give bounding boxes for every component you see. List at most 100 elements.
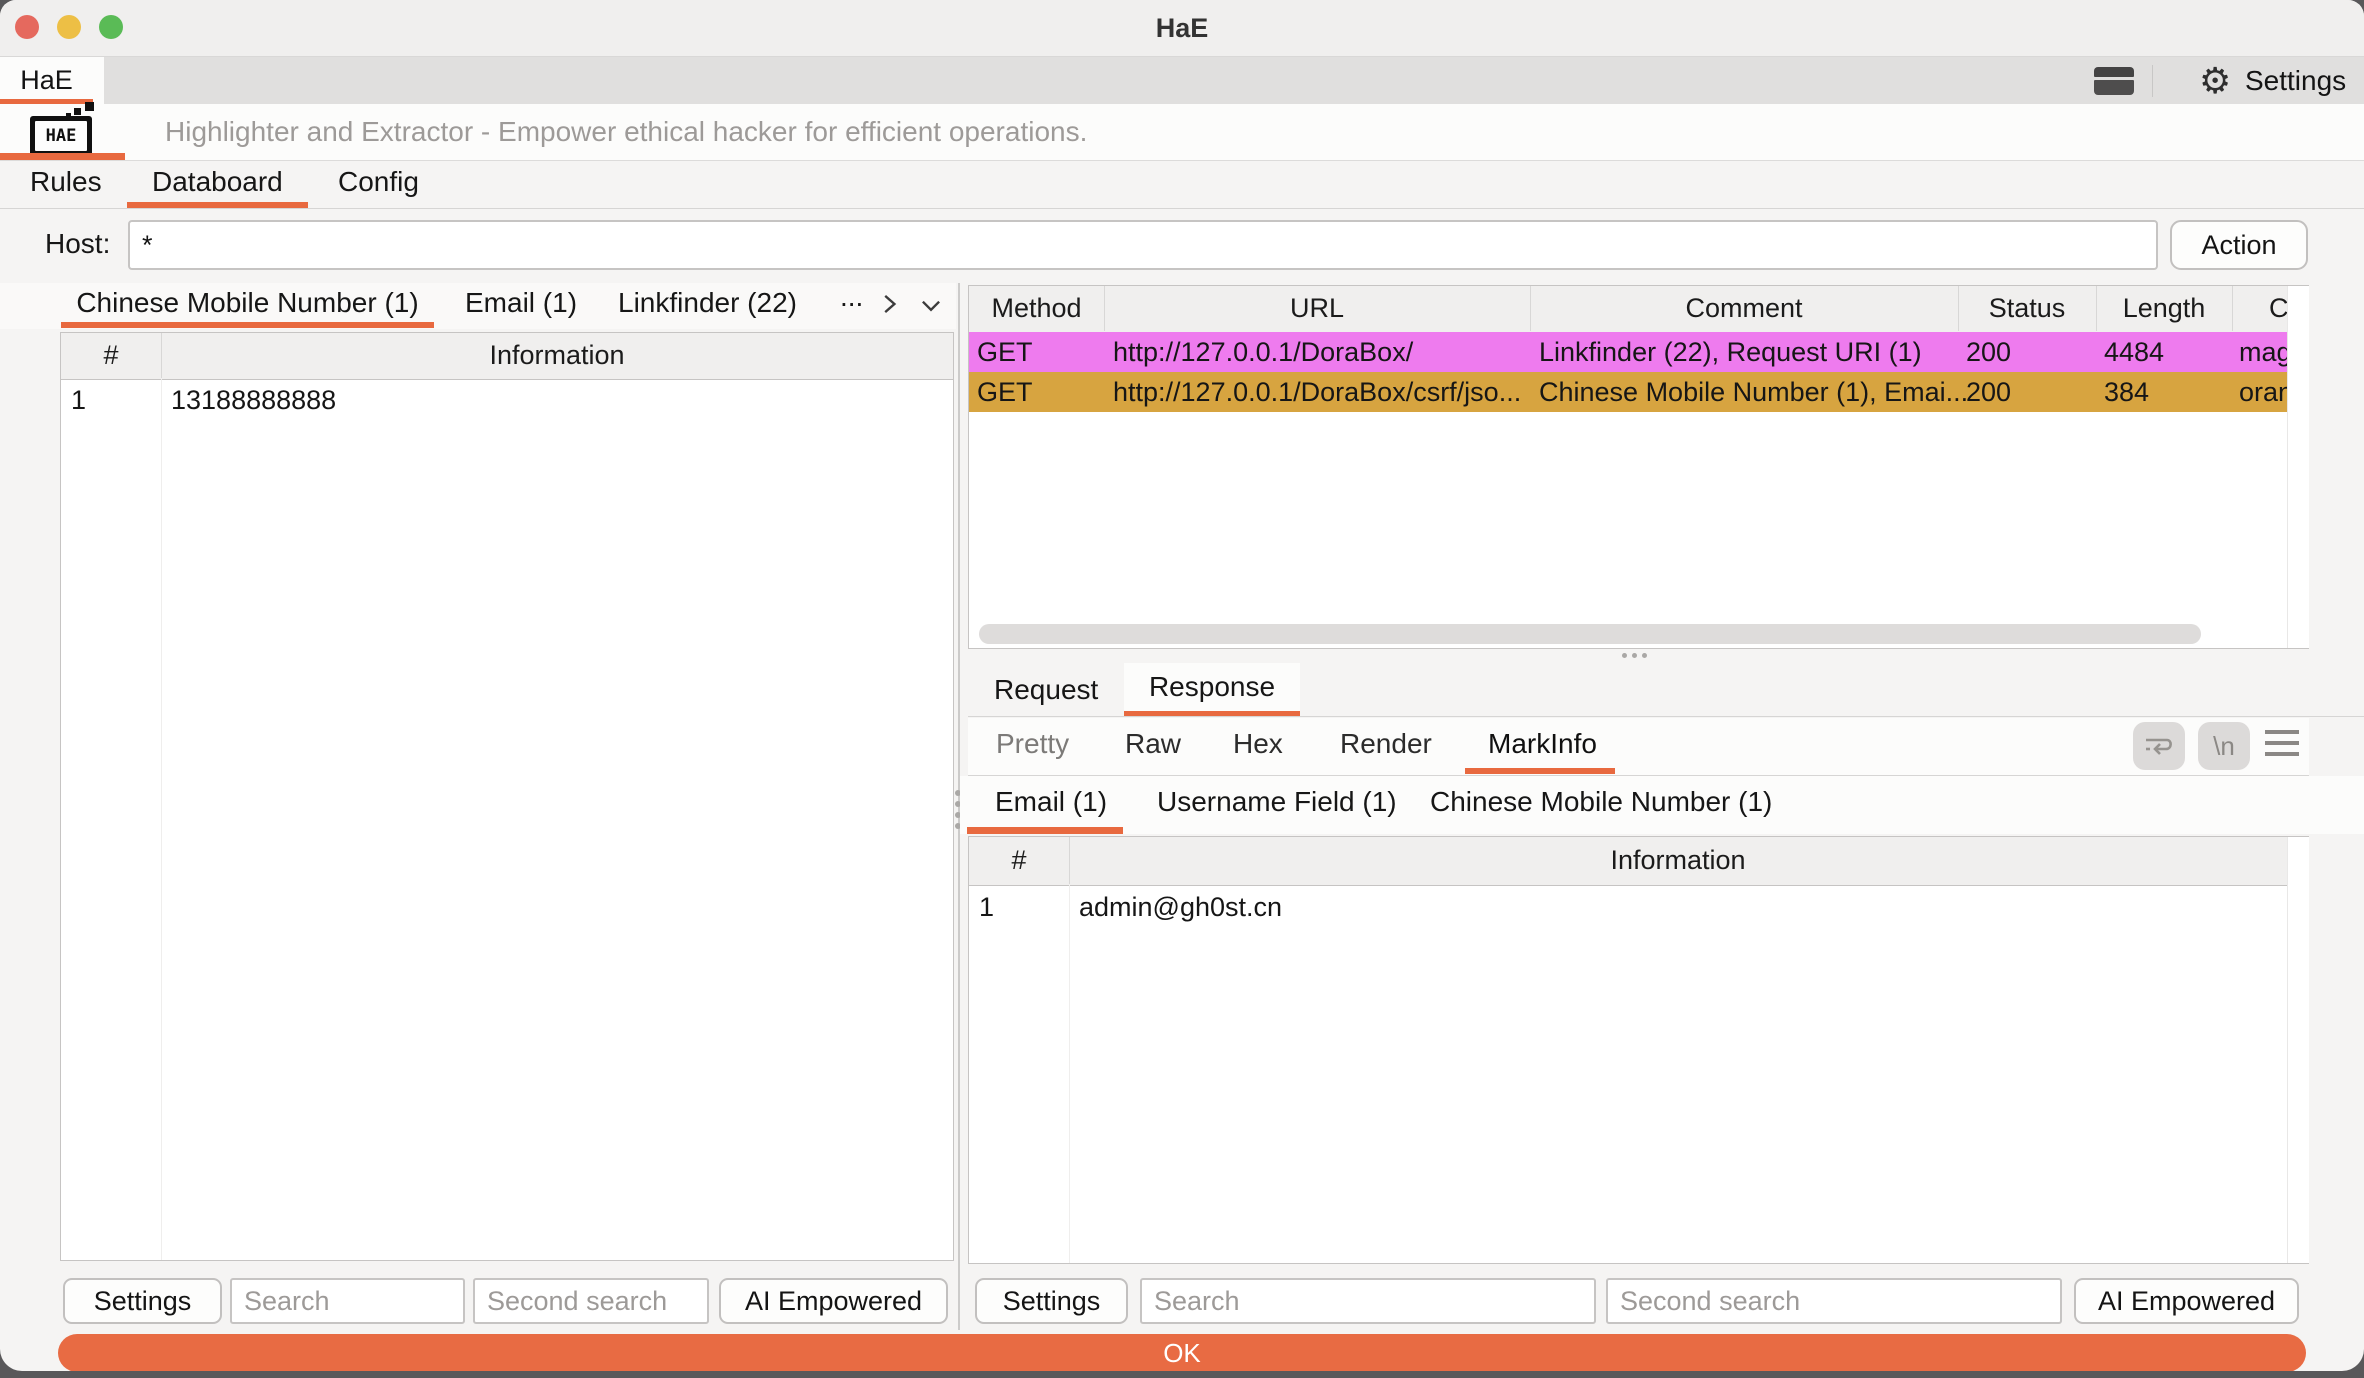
col-url-header[interactable]: URL [1104, 286, 1530, 331]
mode-markinfo[interactable]: MarkInfo [1488, 718, 1597, 769]
cell-color: orange [2239, 372, 2287, 412]
tab-request[interactable]: Request [994, 663, 1098, 717]
col-color-header[interactable]: C [2269, 286, 2289, 331]
cell-length: 4484 [2104, 332, 2164, 372]
tab-list-chevron-down-icon[interactable] [918, 293, 944, 319]
settings-menu-label[interactable]: Settings [2245, 57, 2346, 104]
host-row: Host: Action [0, 209, 2364, 279]
mark-col-info-header[interactable]: Information [1069, 837, 2287, 884]
mark-row-index: 1 [979, 885, 994, 929]
markinfo-table-row[interactable]: 1 admin@gh0st.cn [969, 885, 2287, 929]
right-ai-empowered-button[interactable]: AI Empowered [2074, 1278, 2299, 1324]
banner-subtitle: Highlighter and Extractor - Empower ethi… [165, 104, 1087, 159]
extension-tabstrip: HaE ⚙ Settings [0, 57, 2364, 104]
col-method-header[interactable]: Method [969, 286, 1104, 331]
col-length-header[interactable]: Length [2096, 286, 2232, 331]
cell-url: http://127.0.0.1/DoraBox/csrf/jso... [1113, 372, 1521, 412]
footer: Settings AI Empowered Settings AI Empowe… [0, 1272, 2364, 1332]
left-row-index: 1 [71, 379, 86, 421]
left-col-index-header[interactable]: # [61, 333, 161, 378]
host-input[interactable] [128, 220, 2158, 270]
mark-tab-active-underline [967, 827, 1123, 834]
banner-active-underline [0, 153, 125, 160]
window-title: HaE [0, 0, 2364, 56]
right-second-search-input[interactable] [1606, 1278, 2062, 1324]
status-label: OK [1163, 1338, 1201, 1369]
left-row-info: 13188888888 [171, 379, 336, 421]
mark-tab-username-field[interactable]: Username Field (1) [1157, 776, 1397, 827]
vertical-splitter-handle[interactable] [1622, 653, 1647, 658]
nav-tab-config[interactable]: Config [338, 161, 419, 203]
right-settings-button[interactable]: Settings [975, 1278, 1128, 1324]
right-search-input[interactable] [1140, 1278, 1596, 1324]
request-row-2[interactable]: GET http://127.0.0.1/DoraBox/csrf/jso...… [969, 372, 2287, 412]
gear-icon[interactable]: ⚙ [2199, 57, 2231, 104]
action-button[interactable]: Action [2170, 220, 2308, 270]
horizontal-scrollbar-thumb[interactable] [979, 624, 2201, 644]
mode-markinfo-underline [1465, 768, 1615, 774]
mode-hex[interactable]: Hex [1233, 718, 1283, 769]
status-bar: OK [58, 1334, 2306, 1371]
mark-body-col-divider [1069, 885, 1070, 1263]
word-wrap-toggle[interactable] [2133, 722, 2185, 770]
left-col-info-header[interactable]: Information [161, 333, 953, 378]
col-comment-header[interactable]: Comment [1530, 286, 1958, 331]
hae-logo-text: HAE [35, 121, 87, 151]
hae-logo-icon: HAE [30, 104, 110, 160]
cell-method: GET [977, 332, 1033, 372]
left-tab-more[interactable]: ... [840, 277, 863, 317]
left-info-table-header: # Information [61, 333, 953, 380]
tab-hae[interactable]: HaE [0, 57, 104, 104]
screen: HaE HaE ⚙ Settings HAE Highlighter and E… [0, 0, 2364, 1378]
left-info-table: # Information 1 13188888888 [60, 332, 954, 1261]
mark-row-info: admin@gh0st.cn [1079, 885, 1282, 929]
cell-color: magenta [2239, 332, 2287, 372]
vertical-scrollbar-track[interactable] [2287, 286, 2309, 648]
titlebar: HaE [0, 0, 2364, 57]
tab-scroll-right-icon[interactable] [876, 291, 902, 317]
cell-status: 200 [1966, 332, 2011, 372]
editor-menu-icon[interactable] [2265, 730, 2299, 756]
left-tab-active-underline [61, 322, 434, 328]
markinfo-vertical-scrollbar-track[interactable] [2287, 837, 2309, 1263]
left-tab-email[interactable]: Email (1) [465, 283, 577, 323]
left-ai-empowered-button[interactable]: AI Empowered [719, 1278, 948, 1324]
left-tab-chinese-mobile-number[interactable]: Chinese Mobile Number (1) [61, 283, 434, 323]
col-status-header[interactable]: Status [1958, 286, 2096, 331]
cell-url: http://127.0.0.1/DoraBox/ [1113, 332, 1413, 372]
mode-pretty[interactable]: Pretty [996, 718, 1069, 769]
cell-method: GET [977, 372, 1033, 412]
left-result-tabs: Chinese Mobile Number (1) Email (1) Link… [0, 283, 956, 329]
editor-tabs: Request Response [960, 663, 2364, 717]
cell-length: 384 [2104, 372, 2149, 412]
left-search-input[interactable] [230, 1278, 465, 1324]
newline-toggle[interactable]: \n [2198, 722, 2250, 770]
mark-tab-email[interactable]: Email (1) [995, 776, 1107, 827]
cell-status: 200 [1966, 372, 2011, 412]
cell-comment: Linkfinder (22), Request URI (1) [1539, 332, 1922, 372]
mark-col-index-header[interactable]: # [969, 837, 1069, 884]
banner: HAE Highlighter and Extractor - Empower … [0, 104, 2364, 161]
tabstrip-divider [2152, 65, 2153, 97]
mode-raw[interactable]: Raw [1125, 718, 1181, 769]
tab-response-label: Response [1124, 663, 1300, 711]
request-row-1[interactable]: GET http://127.0.0.1/DoraBox/ Linkfinder… [969, 332, 2287, 372]
nav-tab-rules[interactable]: Rules [30, 161, 102, 203]
left-tab-linkfinder[interactable]: Linkfinder (22) [618, 283, 797, 323]
markinfo-table: # Information 1 admin@gh0st.cn [968, 836, 2309, 1264]
nav-tabs: Rules Databoard Config [0, 161, 2364, 208]
editor-tabs-separator [968, 716, 2364, 717]
word-wrap-icon [2142, 731, 2176, 761]
cell-comment: Chinese Mobile Number (1), Emai... [1539, 372, 1968, 412]
mode-render[interactable]: Render [1340, 718, 1432, 769]
tab-hae-label: HaE [0, 57, 93, 104]
nav-tab-databoard[interactable]: Databoard [152, 161, 283, 203]
requests-table-header: Method URL Comment Status Length C [969, 286, 2287, 333]
left-settings-button[interactable]: Settings [63, 1278, 222, 1324]
left-table-row[interactable]: 1 13188888888 [61, 379, 953, 421]
mark-tab-chinese-mobile-number[interactable]: Chinese Mobile Number (1) [1430, 776, 1772, 827]
left-second-search-input[interactable] [473, 1278, 709, 1324]
requests-table: Method URL Comment Status Length C GET h… [968, 285, 2309, 649]
tab-response[interactable]: Response [1124, 663, 1300, 717]
window-layout-icon[interactable] [2094, 67, 2134, 95]
